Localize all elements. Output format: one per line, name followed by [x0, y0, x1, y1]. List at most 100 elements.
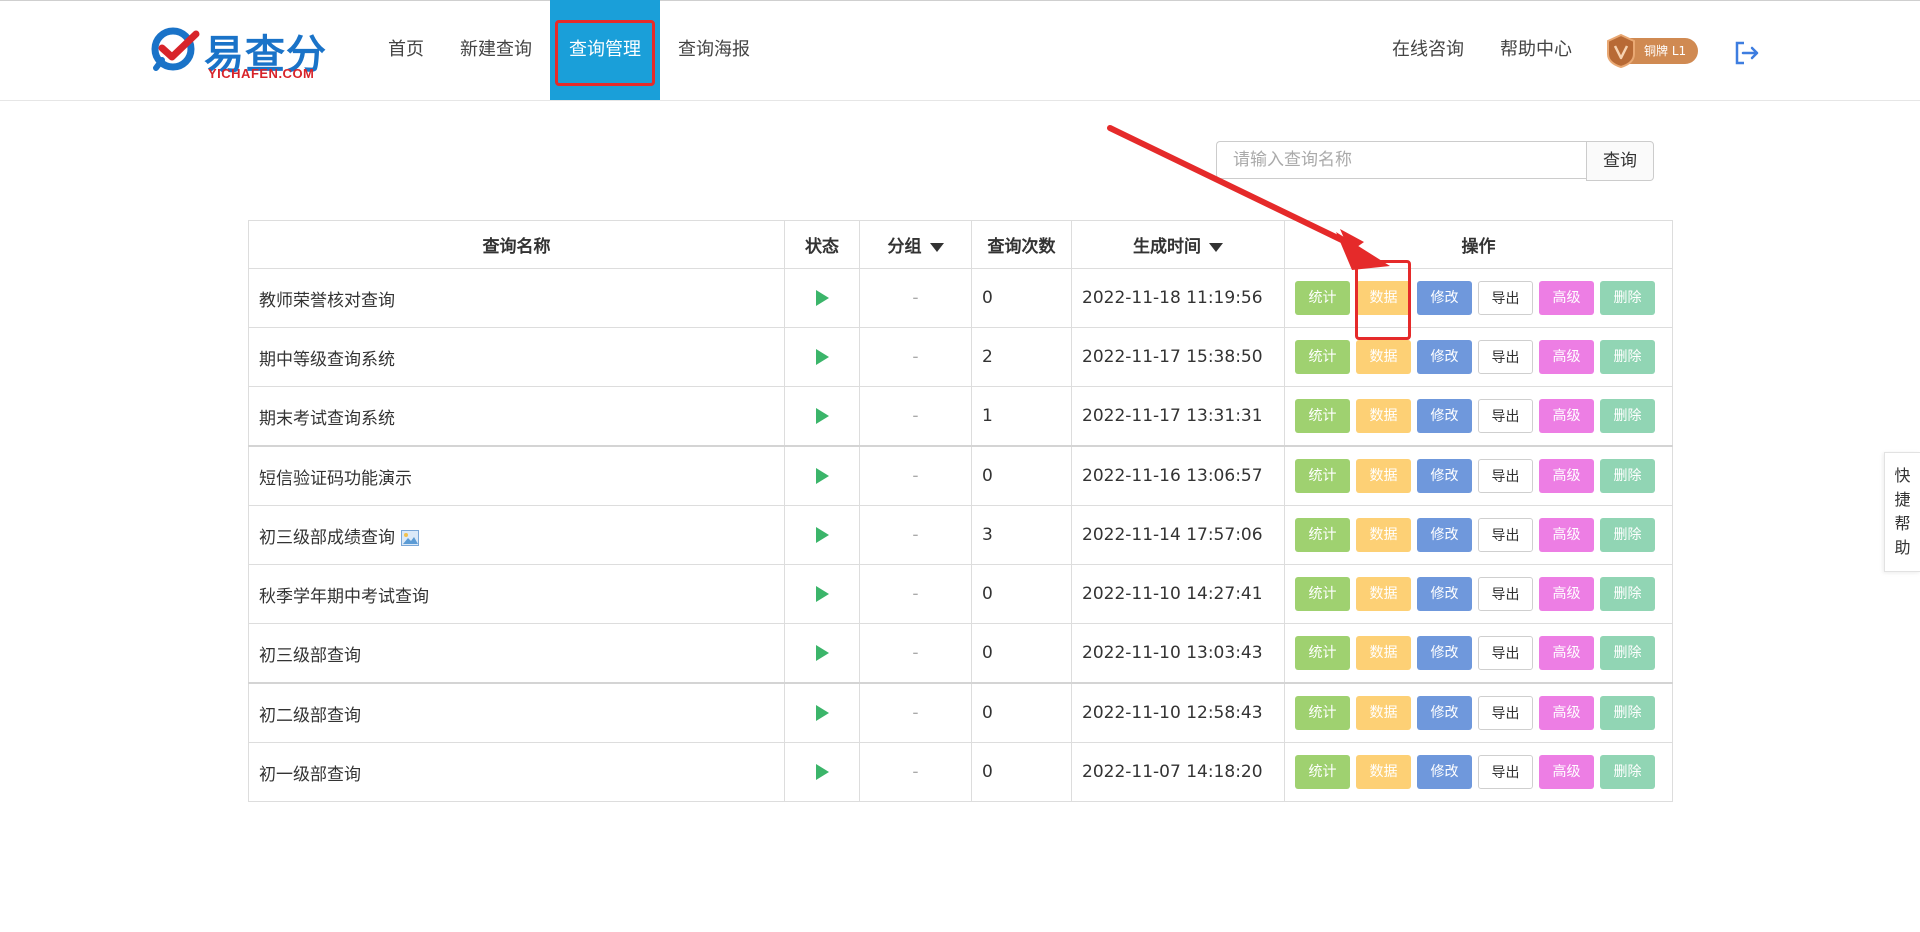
play-status-icon[interactable]	[815, 764, 829, 780]
edit-button[interactable]: 修改	[1417, 281, 1472, 315]
header-group[interactable]: 分组	[859, 220, 972, 269]
query-name-cell[interactable]: 初三级部查询	[248, 623, 785, 684]
advanced-button[interactable]: 高级	[1539, 399, 1594, 433]
sort-down-icon[interactable]	[929, 242, 944, 252]
help-center-link[interactable]: 帮助中心	[1500, 0, 1572, 100]
advanced-button[interactable]: 高级	[1539, 755, 1594, 789]
advanced-button[interactable]: 高级	[1539, 518, 1594, 552]
play-status-icon[interactable]	[815, 468, 829, 484]
delete-button[interactable]: 删除	[1600, 518, 1655, 552]
delete-button[interactable]: 删除	[1600, 577, 1655, 611]
nav-query-poster[interactable]: 查询海报	[660, 0, 768, 100]
nav-new-query[interactable]: 新建查询	[442, 0, 550, 100]
edit-button[interactable]: 修改	[1417, 459, 1472, 493]
quick-help-tab[interactable]: 快 捷 帮 助	[1884, 452, 1920, 572]
group-cell: -	[859, 623, 972, 684]
play-status-icon[interactable]	[815, 705, 829, 721]
online-consult-link[interactable]: 在线咨询	[1392, 0, 1464, 100]
delete-button[interactable]: 删除	[1600, 696, 1655, 730]
data-button[interactable]: 数据	[1356, 577, 1411, 611]
header-time[interactable]: 生成时间	[1071, 220, 1285, 269]
export-button[interactable]: 导出	[1478, 281, 1533, 315]
nav-query-management[interactable]: 查询管理	[550, 0, 660, 100]
play-status-icon[interactable]	[815, 527, 829, 543]
stats-button[interactable]: 统计	[1295, 459, 1350, 493]
stats-button[interactable]: 统计	[1295, 636, 1350, 670]
export-button[interactable]: 导出	[1478, 696, 1533, 730]
query-name-cell[interactable]: 初三级部成绩查询	[248, 505, 785, 565]
delete-button[interactable]: 删除	[1600, 340, 1655, 374]
data-button[interactable]: 数据	[1356, 281, 1411, 315]
stats-button[interactable]: 统计	[1295, 696, 1350, 730]
delete-button[interactable]: 删除	[1600, 281, 1655, 315]
advanced-button[interactable]: 高级	[1539, 459, 1594, 493]
export-button[interactable]: 导出	[1478, 459, 1533, 493]
stats-button[interactable]: 统计	[1295, 577, 1350, 611]
main-nav: 首页 新建查询 查询管理 查询海报	[370, 0, 768, 100]
delete-button[interactable]: 删除	[1600, 636, 1655, 670]
stats-button[interactable]: 统计	[1295, 755, 1350, 789]
edit-button[interactable]: 修改	[1417, 755, 1472, 789]
edit-button[interactable]: 修改	[1417, 340, 1472, 374]
data-button[interactable]: 数据	[1356, 340, 1411, 374]
play-status-icon[interactable]	[815, 349, 829, 365]
export-button[interactable]: 导出	[1478, 399, 1533, 433]
advanced-button[interactable]: 高级	[1539, 281, 1594, 315]
play-status-icon[interactable]	[815, 645, 829, 661]
advanced-button[interactable]: 高级	[1539, 577, 1594, 611]
query-name-cell[interactable]: 期末考试查询系统	[248, 386, 785, 447]
data-button[interactable]: 数据	[1356, 755, 1411, 789]
created-time: 2022-11-16 13:06:57	[1082, 466, 1263, 486]
stats-button[interactable]: 统计	[1295, 399, 1350, 433]
level-badge[interactable]: 铜牌 L1	[1607, 34, 1698, 68]
query-name-cell[interactable]: 期中等级查询系统	[248, 327, 785, 387]
nav-home[interactable]: 首页	[370, 0, 442, 100]
export-button[interactable]: 导出	[1478, 577, 1533, 611]
query-name-cell[interactable]: 短信验证码功能演示	[248, 445, 785, 506]
play-status-icon[interactable]	[815, 290, 829, 306]
export-button[interactable]: 导出	[1478, 755, 1533, 789]
advanced-button[interactable]: 高级	[1539, 340, 1594, 374]
status-cell	[784, 268, 860, 328]
status-cell	[784, 682, 860, 743]
edit-button[interactable]: 修改	[1417, 518, 1472, 552]
group-value: -	[912, 762, 919, 782]
edit-button[interactable]: 修改	[1417, 577, 1472, 611]
export-button[interactable]: 导出	[1478, 518, 1533, 552]
query-name-cell[interactable]: 初一级部查询	[248, 742, 785, 802]
play-status-icon[interactable]	[815, 408, 829, 424]
delete-button[interactable]: 删除	[1600, 399, 1655, 433]
stats-button[interactable]: 统计	[1295, 340, 1350, 374]
export-button[interactable]: 导出	[1478, 636, 1533, 670]
query-name-cell[interactable]: 教师荣誉核对查询	[248, 268, 785, 328]
query-name-cell[interactable]: 秋季学年期中考试查询	[248, 564, 785, 624]
delete-button[interactable]: 删除	[1600, 459, 1655, 493]
query-name: 期末考试查询系统	[259, 408, 395, 429]
query-name-cell[interactable]: 初二级部查询	[248, 682, 785, 743]
created-time: 2022-11-10 14:27:41	[1082, 584, 1263, 604]
export-button[interactable]: 导出	[1478, 340, 1533, 374]
search-input[interactable]	[1216, 141, 1586, 179]
edit-button[interactable]: 修改	[1417, 399, 1472, 433]
table-row: 短信验证码功能演示 - 0 2022-11-16 13:06:57 统计 数据 …	[248, 445, 1673, 506]
image-icon[interactable]	[401, 529, 419, 546]
edit-button[interactable]: 修改	[1417, 696, 1472, 730]
delete-button[interactable]: 删除	[1600, 755, 1655, 789]
row-actions: 统计 数据 修改 导出 高级 删除	[1295, 577, 1662, 611]
group-value: -	[912, 466, 919, 486]
advanced-button[interactable]: 高级	[1539, 636, 1594, 670]
edit-button[interactable]: 修改	[1417, 636, 1472, 670]
play-status-icon[interactable]	[815, 586, 829, 602]
data-button[interactable]: 数据	[1356, 399, 1411, 433]
stats-button[interactable]: 统计	[1295, 518, 1350, 552]
stats-button[interactable]: 统计	[1295, 281, 1350, 315]
data-button[interactable]: 数据	[1356, 696, 1411, 730]
data-button[interactable]: 数据	[1356, 636, 1411, 670]
search-button[interactable]: 查询	[1586, 141, 1654, 181]
logout-icon[interactable]	[1734, 40, 1760, 66]
data-button[interactable]: 数据	[1356, 518, 1411, 552]
sort-down-icon[interactable]	[1209, 242, 1223, 252]
data-button[interactable]: 数据	[1356, 459, 1411, 493]
advanced-button[interactable]: 高级	[1539, 696, 1594, 730]
brand-logo[interactable]: 易查分 YICHAFEN.COM	[150, 22, 330, 84]
